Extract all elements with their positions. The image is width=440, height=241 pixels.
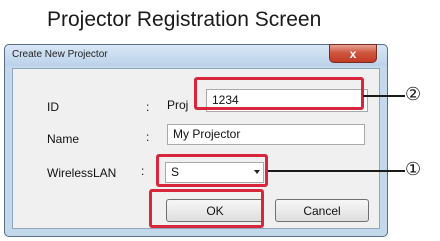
chevron-down-icon[interactable]: [254, 170, 260, 174]
callout-number-two: ②: [405, 84, 422, 104]
wirelesslan-label: WirelessLAN: [47, 166, 117, 180]
id-field-peek-text: Proj: [167, 98, 189, 112]
ok-button[interactable]: OK: [166, 199, 264, 222]
wirelesslan-colon: :: [141, 164, 145, 178]
id-colon: :: [146, 100, 150, 114]
dialog-titlebar: Create New Projector x: [5, 44, 387, 66]
callout-line-one: [268, 170, 405, 172]
close-button[interactable]: x: [329, 44, 377, 63]
name-input[interactable]: My Projector: [167, 124, 365, 145]
name-colon: :: [146, 130, 150, 144]
dialog-body: ID : Proj 1234 Name : My Projector Wirel…: [12, 68, 380, 229]
name-label: Name: [47, 132, 80, 146]
id-label: ID: [47, 100, 59, 114]
callout-number-one: ①: [405, 159, 422, 179]
dialog-title: Create New Projector: [12, 49, 108, 60]
page-title: Projector Registration Screen: [47, 8, 322, 31]
close-icon: x: [349, 46, 357, 61]
wirelesslan-selected-value: S: [171, 165, 180, 179]
cancel-button[interactable]: Cancel: [275, 199, 369, 222]
id-input[interactable]: 1234: [206, 89, 368, 112]
create-new-projector-dialog: Create New Projector x ID : Proj 1234 Na…: [4, 44, 388, 237]
wirelesslan-select[interactable]: S: [165, 162, 264, 183]
callout-line-two: [363, 95, 405, 97]
